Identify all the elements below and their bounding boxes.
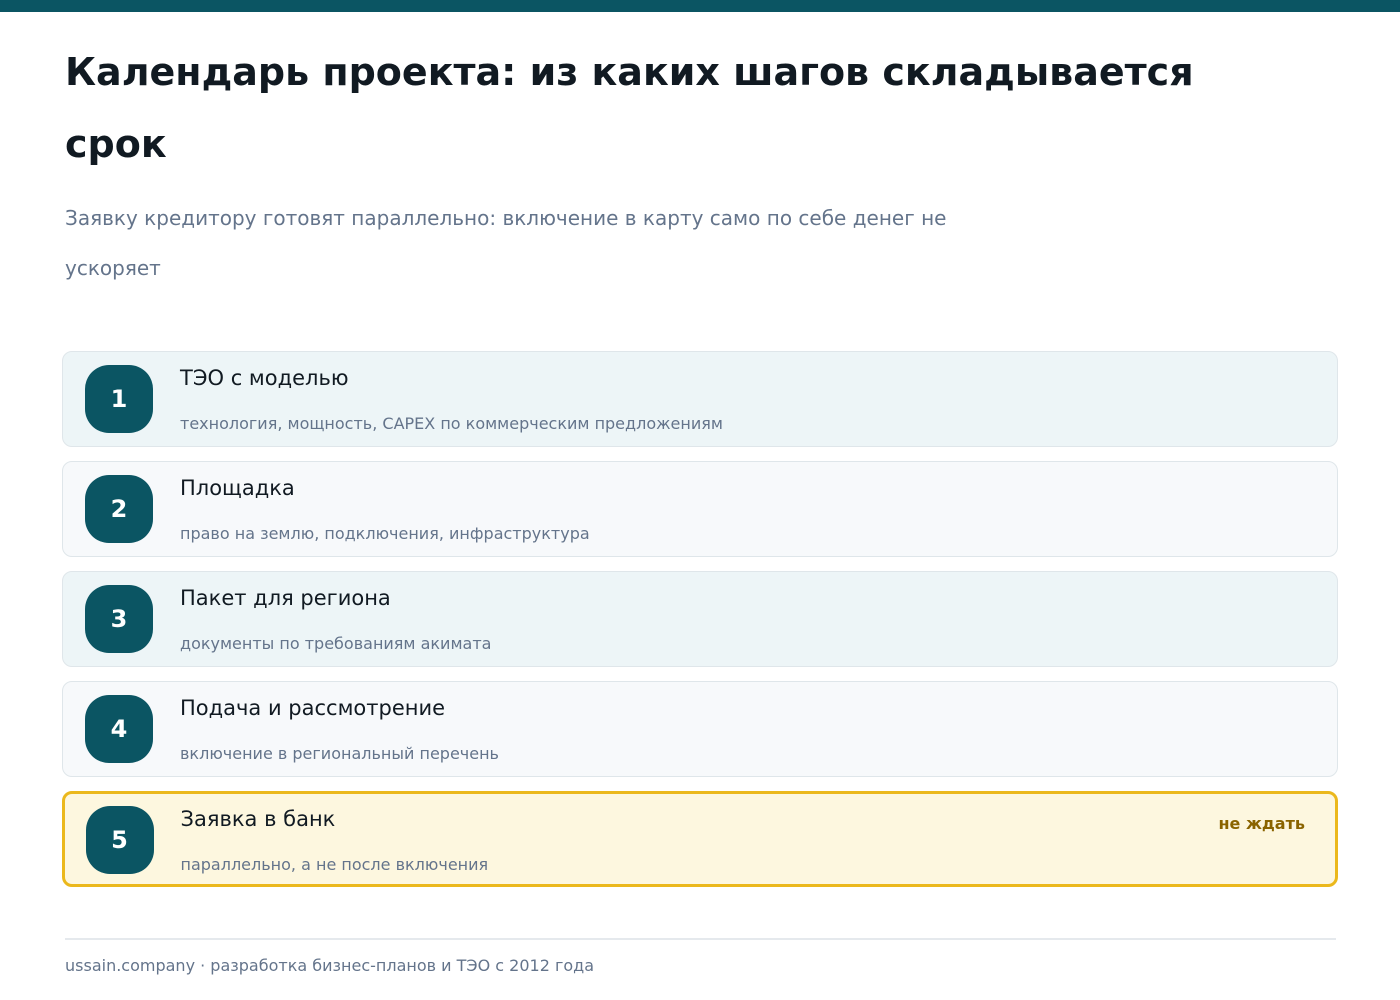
step-number-badge: 4 bbox=[85, 695, 153, 763]
step-description: документы по требованиям акимата bbox=[180, 634, 492, 653]
step-title: Пакет для региона bbox=[180, 586, 391, 610]
step-title: Площадка bbox=[180, 476, 295, 500]
step-2: 2 Площадка право на землю, подключения, … bbox=[62, 461, 1338, 557]
step-number-badge: 2 bbox=[85, 475, 153, 543]
step-description: право на землю, подключения, инфраструкт… bbox=[180, 524, 590, 543]
page-subtitle: Заявку кредитору готовят параллельно: вк… bbox=[65, 206, 947, 280]
step-number-badge: 1 bbox=[85, 365, 153, 433]
footer-text: ussain.company · разработка бизнес-плано… bbox=[65, 956, 595, 975]
step-title: Заявка в банк bbox=[180, 806, 336, 831]
steps-list: 1 ТЭО с моделью технология, мощность, CA… bbox=[62, 351, 1338, 901]
step-description: технология, мощность, CAPEX по коммерчес… bbox=[180, 414, 723, 433]
step-3: 3 Пакет для региона документы по требова… bbox=[62, 571, 1338, 667]
step-title: Подача и рассмотрение bbox=[180, 696, 446, 720]
footer-divider bbox=[65, 938, 1336, 940]
step-description: параллельно, а не после включения bbox=[180, 854, 489, 874]
step-description: включение в региональный перечень bbox=[180, 744, 499, 763]
step-title: ТЭО с моделью bbox=[180, 366, 349, 390]
step-4: 4 Подача и рассмотрение включение в реги… bbox=[62, 681, 1338, 777]
step-number-badge: 3 bbox=[85, 585, 153, 653]
step-1: 1 ТЭО с моделью технология, мощность, CA… bbox=[62, 351, 1338, 447]
step-number-badge: 5 bbox=[85, 805, 154, 874]
step-5-highlighted: 5 Заявка в банк параллельно, а не после … bbox=[62, 791, 1338, 887]
page-title: Календарь проекта: из каких шагов склады… bbox=[65, 50, 1194, 166]
page: Календарь проекта: из каких шагов склады… bbox=[0, 0, 1400, 1000]
step-tag: не ждать bbox=[1218, 814, 1305, 833]
top-accent-bar bbox=[0, 0, 1400, 12]
